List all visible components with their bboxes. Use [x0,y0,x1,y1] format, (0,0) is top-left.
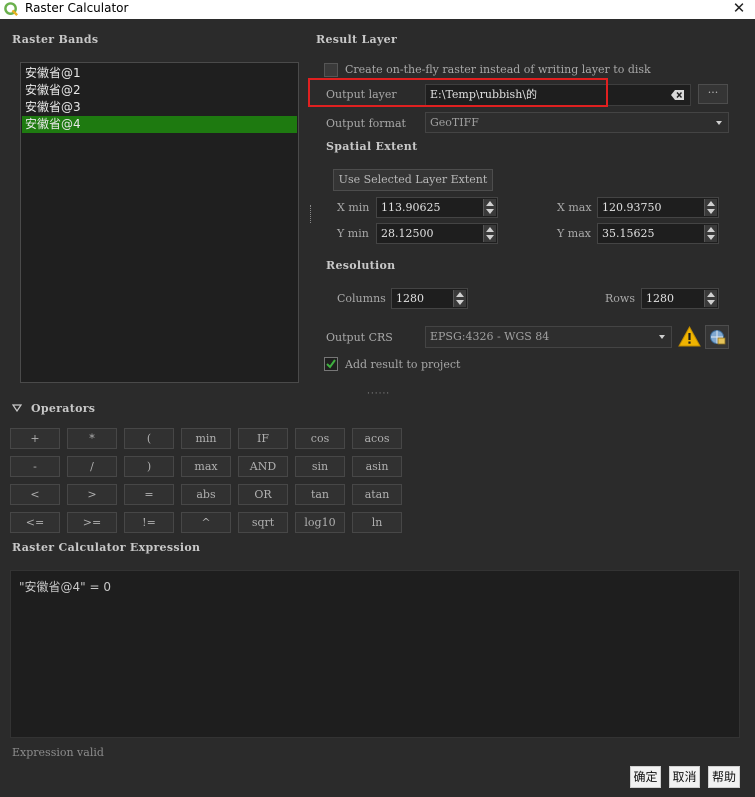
list-item[interactable]: 安徽省@2 [22,82,297,99]
list-item[interactable]: 安徽省@1 [22,65,297,82]
qgis-logo-icon [4,2,18,16]
rows-label: Rows [605,292,635,305]
operator-button[interactable]: sqrt [238,512,288,533]
operator-button[interactable]: != [124,512,174,533]
ok-button[interactable]: 确定 [630,766,661,788]
operator-button[interactable]: ^ [181,512,231,533]
operator-button[interactable]: = [124,484,174,505]
warning-icon [678,326,701,347]
xmax-spinbox[interactable]: 120.93750 [597,197,719,218]
on-the-fly-label: Create on-the-fly raster instead of writ… [345,63,651,76]
spin-arrows-icon[interactable] [483,225,496,242]
raster-bands-header: Raster Bands [12,33,99,46]
operator-button[interactable]: ( [124,428,174,449]
window-title: Raster Calculator [25,1,129,15]
title-bar: Raster Calculator ✕ [0,0,755,19]
chevron-down-icon [716,121,722,125]
xmax-label: X max [557,201,592,214]
operator-button[interactable]: < [10,484,60,505]
help-button[interactable]: 帮助 [708,766,740,788]
operator-button[interactable]: <= [10,512,60,533]
operator-button[interactable]: abs [181,484,231,505]
operator-button[interactable]: > [67,484,117,505]
operator-button[interactable]: acos [352,428,402,449]
output-crs-value: EPSG:4326 - WGS 84 [430,330,550,343]
ymin-spinbox[interactable]: 28.12500 [376,223,498,244]
clear-icon[interactable] [671,90,684,100]
operator-button[interactable]: >= [67,512,117,533]
spatial-extent-header: Spatial Extent [326,140,418,153]
xmax-value: 120.93750 [602,201,662,214]
output-format-value: GeoTIFF [430,116,479,129]
spin-arrows-icon[interactable] [483,199,496,216]
use-selected-layer-extent-button[interactable]: Use Selected Layer Extent [333,169,493,191]
rows-value: 1280 [646,292,674,305]
operator-button[interactable]: cos [295,428,345,449]
horizontal-splitter-handle[interactable]: ······ [367,389,390,399]
operator-button[interactable]: asin [352,456,402,477]
highlight-box [308,78,608,107]
globe-icon [710,330,726,345]
spin-arrows-icon[interactable] [704,225,717,242]
operator-button[interactable]: * [67,428,117,449]
list-item[interactable]: 安徽省@3 [22,99,297,116]
add-result-label: Add result to project [345,358,461,371]
operator-button[interactable]: / [67,456,117,477]
output-format-select[interactable]: GeoTIFF [425,112,729,133]
browse-button[interactable]: ··· [698,84,728,104]
operator-button[interactable]: ) [124,456,174,477]
expression-editor[interactable]: "安徽省@4" = 0 [10,570,740,738]
operator-button[interactable]: log10 [295,512,345,533]
operator-button[interactable]: sin [295,456,345,477]
columns-label: Columns [337,292,386,305]
close-icon[interactable]: ✕ [730,0,748,18]
columns-spinbox[interactable]: 1280 [391,288,468,309]
operator-button[interactable]: ln [352,512,402,533]
ymin-label: Y min [337,227,369,240]
output-format-label: Output format [326,117,406,130]
vertical-splitter-handle[interactable] [310,205,313,223]
operator-button[interactable]: + [10,428,60,449]
expression-text: "安徽省@4" = 0 [19,580,111,594]
columns-value: 1280 [396,292,424,305]
xmin-label: X min [337,201,370,214]
spin-arrows-icon[interactable] [704,290,717,307]
checkmark-icon [326,359,336,369]
operator-button[interactable]: OR [238,484,288,505]
spin-arrows-icon[interactable] [704,199,717,216]
add-result-checkbox[interactable] [324,357,338,371]
spin-arrows-icon[interactable] [453,290,466,307]
operator-button[interactable]: atan [352,484,402,505]
chevron-down-icon [659,335,665,339]
rows-spinbox[interactable]: 1280 [641,288,719,309]
ymin-value: 28.12500 [381,227,434,240]
list-item-selected[interactable]: 安徽省@4 [22,116,297,133]
operator-button[interactable]: - [10,456,60,477]
crs-selector-button[interactable] [705,325,729,349]
collapse-triangle-icon[interactable] [12,404,22,412]
cancel-button[interactable]: 取消 [669,766,700,788]
on-the-fly-checkbox[interactable] [324,63,338,77]
operator-button[interactable]: tan [295,484,345,505]
ymax-value: 35.15625 [602,227,655,240]
output-crs-label: Output CRS [326,331,393,344]
operator-button[interactable]: min [181,428,231,449]
ymax-spinbox[interactable]: 35.15625 [597,223,719,244]
output-crs-select[interactable]: EPSG:4326 - WGS 84 [425,326,672,348]
operator-button[interactable]: max [181,456,231,477]
expression-header: Raster Calculator Expression [12,541,201,554]
xmin-value: 113.90625 [381,201,441,214]
xmin-spinbox[interactable]: 113.90625 [376,197,498,218]
resolution-header: Resolution [326,259,396,272]
raster-bands-list[interactable]: 安徽省@1 安徽省@2 安徽省@3 安徽省@4 [20,62,299,383]
operator-button[interactable]: AND [238,456,288,477]
operators-header: Operators [31,402,96,415]
expression-status: Expression valid [12,746,104,759]
operator-button[interactable]: IF [238,428,288,449]
result-layer-header: Result Layer [316,33,398,46]
ymax-label: Y max [557,227,591,240]
